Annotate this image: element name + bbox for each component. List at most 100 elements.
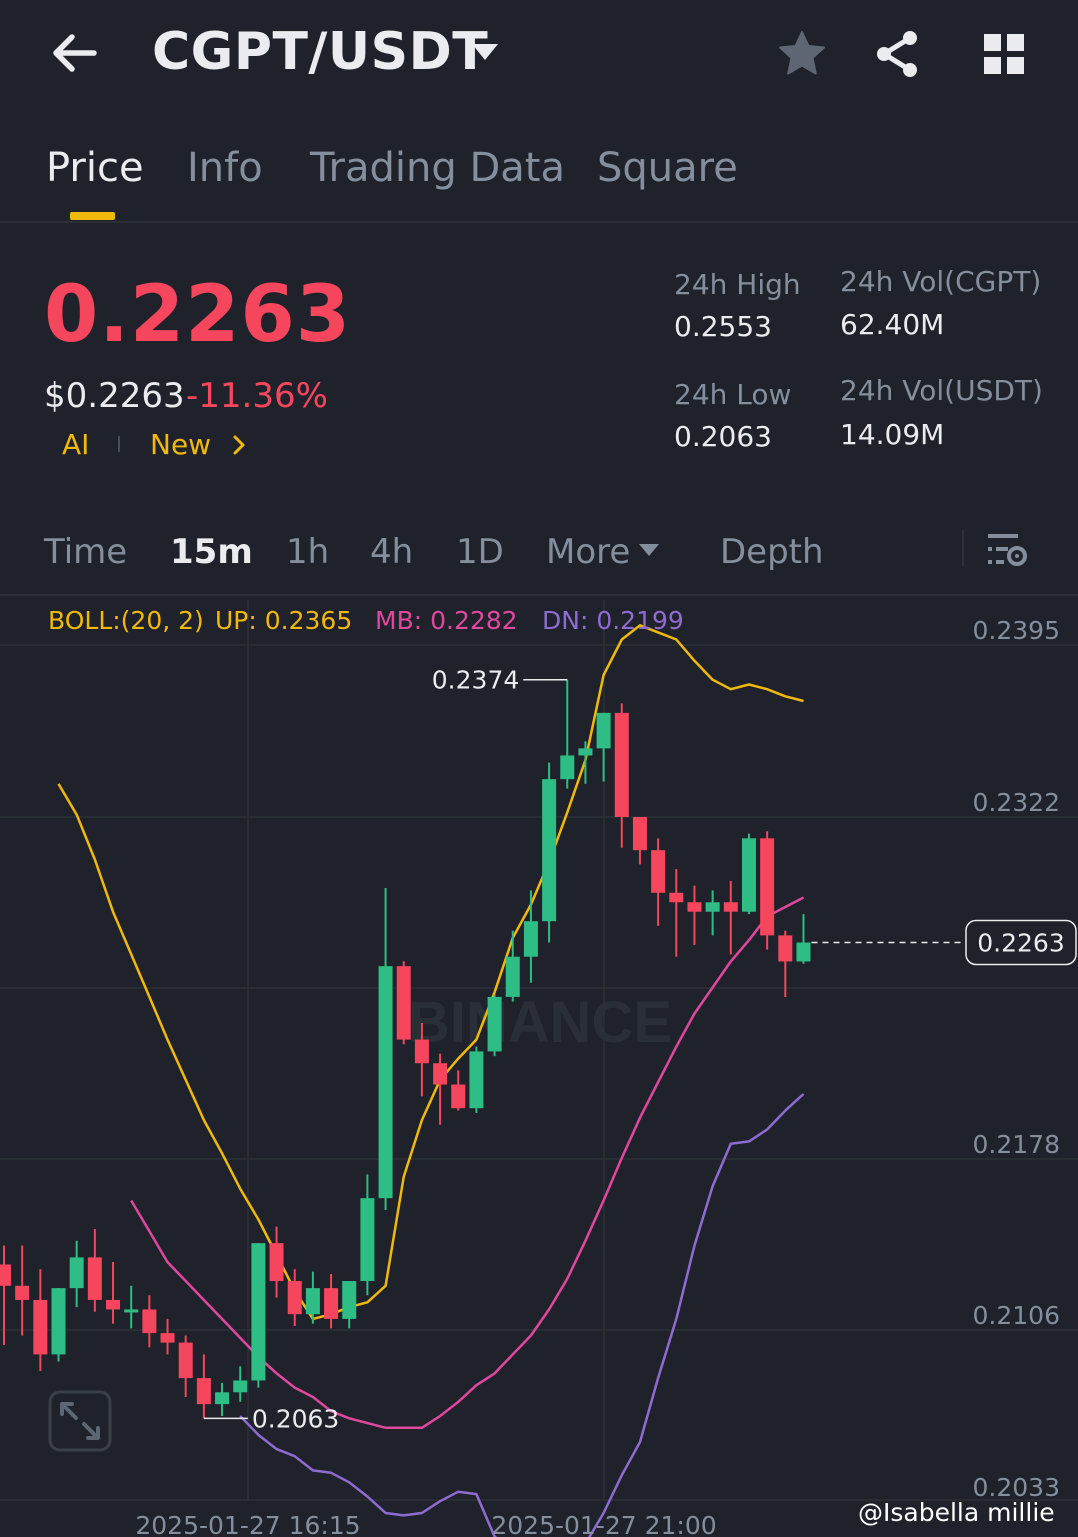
candle-body (196, 1378, 211, 1405)
interval-1h[interactable]: 1h (286, 532, 329, 572)
vol-base-value: 62.40M (840, 308, 945, 341)
divider (0, 594, 1078, 596)
back-button[interactable] (44, 28, 104, 78)
low-24h-label: 24h Low (674, 378, 792, 411)
fullscreen-button[interactable] (48, 1390, 112, 1452)
price-chart[interactable]: BINANCE 0.23950.23220.21780.21060.2033 2… (0, 600, 1078, 1537)
share-button[interactable] (872, 28, 924, 80)
active-tab-indicator (70, 212, 115, 220)
candle-body (632, 817, 647, 851)
boll-mb-line (130, 896, 805, 1430)
boll-mb-value: MB: 0.2282 (375, 606, 518, 635)
y-tick-label: 0.2106 (973, 1301, 1060, 1330)
candle-body (614, 712, 629, 818)
pair-title[interactable]: CGPT/USDT (152, 22, 488, 82)
interval-4h[interactable]: 4h (370, 532, 413, 572)
boll-label: BOLL:(20, 2) (48, 606, 204, 635)
x-tick-label: 2025-01-27 16:15 (135, 1511, 360, 1537)
candle-body (705, 902, 720, 912)
candle-body (342, 1281, 357, 1319)
candle-body (487, 996, 502, 1052)
candle-body (142, 1309, 157, 1334)
candle-body (723, 902, 738, 912)
chart-watermark: BINANCE (408, 990, 672, 1055)
candle-body (378, 966, 393, 1199)
candle-body (760, 838, 775, 936)
candle-body (687, 902, 702, 912)
caret-down-icon[interactable] (638, 542, 660, 558)
chevron-right-icon[interactable] (230, 428, 250, 471)
candle-body (578, 748, 593, 756)
high-marker-label: 0.2374 (432, 666, 519, 695)
candle-body (69, 1257, 84, 1289)
pair-dropdown-icon[interactable] (470, 40, 500, 64)
candle-body (669, 892, 684, 903)
last-price-label: 0.2263 (977, 928, 1064, 957)
candle-body (233, 1380, 248, 1393)
y-tick-label: 0.2395 (973, 616, 1060, 645)
chart-settings-button[interactable] (986, 530, 1028, 570)
candle-body (33, 1299, 48, 1355)
tab-trading-data[interactable]: Trading Data (310, 145, 565, 191)
interval-1d[interactable]: 1D (456, 532, 504, 572)
low-24h-value: 0.2063 (674, 420, 772, 453)
boll-up-line (57, 624, 804, 1321)
tag-new[interactable]: New (150, 428, 211, 461)
x-axis: 2025-01-27 16:15 2025-01-27 21:00 (135, 1511, 716, 1537)
candle-body (215, 1392, 230, 1405)
share-icon (877, 31, 917, 77)
y-tick-label: 0.2322 (973, 788, 1060, 817)
interval-more[interactable]: More (546, 532, 630, 572)
candle-body (796, 942, 811, 962)
divider (0, 221, 1078, 223)
vol-base-label: 24h Vol(CGPT) (840, 265, 1042, 298)
x-tick-label: 2025-01-27 21:00 (491, 1511, 716, 1537)
candle-body (433, 1063, 448, 1085)
candle-body (396, 966, 411, 1040)
candle-body (778, 935, 793, 962)
candle-body (87, 1257, 102, 1300)
settings-icon (988, 534, 1027, 566)
divider (962, 530, 964, 566)
boll-dn-value: DN: 0.2199 (542, 606, 684, 635)
expand-icon (48, 1390, 112, 1452)
candle-body (0, 1264, 11, 1286)
candle-body (741, 838, 756, 912)
candle-body (324, 1288, 339, 1319)
candle-body (51, 1288, 66, 1355)
candle-body (542, 779, 557, 922)
vol-quote-value: 14.09M (840, 418, 945, 451)
top-bar: CGPT/USDT (0, 0, 1078, 110)
candle-body (523, 921, 538, 957)
grid-icon (984, 34, 1024, 74)
candle-body (596, 712, 611, 749)
arrow-left-icon (53, 34, 97, 72)
candle-body (106, 1299, 121, 1310)
interval-depth[interactable]: Depth (720, 532, 824, 572)
y-axis: 0.23950.23220.21780.21060.2033 (973, 616, 1060, 1502)
boll-up-value: UP: 0.2365 (215, 606, 353, 635)
tab-square[interactable]: Square (597, 145, 738, 191)
tab-info[interactable]: Info (187, 145, 263, 191)
candles (0, 679, 811, 1419)
candle-body (269, 1243, 284, 1282)
candle-body (560, 755, 575, 780)
high-24h-label: 24h High (674, 268, 801, 301)
tab-price[interactable]: Price (46, 145, 144, 191)
interval-15m[interactable]: 15m (170, 532, 253, 572)
candle-body (414, 1039, 429, 1064)
candle-body (305, 1288, 320, 1315)
grid-menu-button[interactable] (980, 30, 1028, 78)
candle-body (15, 1285, 30, 1300)
candle-body (251, 1243, 266, 1381)
candle-body (287, 1281, 302, 1315)
tag-ai[interactable]: AI (62, 428, 89, 461)
boll-lines (57, 624, 805, 1537)
low-marker-label: 0.2063 (252, 1404, 339, 1433)
y-tick-label: 0.2178 (973, 1130, 1060, 1159)
vol-quote-label: 24h Vol(USDT) (840, 374, 1043, 407)
candle-body (469, 1051, 484, 1109)
author-watermark: @Isabella millie (858, 1498, 1055, 1527)
interval-time[interactable]: Time (44, 532, 127, 572)
favorite-button[interactable] (776, 28, 828, 80)
